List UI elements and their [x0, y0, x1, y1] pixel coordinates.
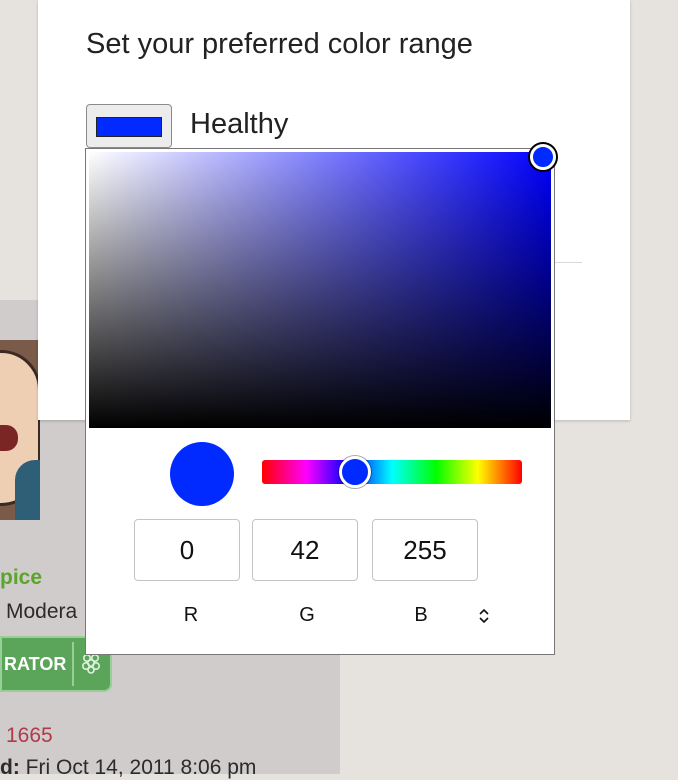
- up-down-chevron-icon[interactable]: [474, 603, 494, 629]
- hue-slider[interactable]: [262, 456, 522, 488]
- badge-divider: [72, 642, 75, 686]
- color-picker-popup: 0 42 255 R G B: [85, 144, 556, 655]
- red-label: R: [183, 604, 199, 626]
- badge-label: RATOR: [4, 653, 67, 674]
- forum-username[interactable]: pice: [0, 566, 42, 590]
- hue-thumb[interactable]: [338, 456, 371, 488]
- avatar: [0, 340, 40, 520]
- green-input[interactable]: 42: [252, 519, 358, 581]
- saturation-value-area[interactable]: [89, 144, 556, 428]
- avatar-shirt: [15, 460, 40, 520]
- color-swatch: [96, 117, 162, 137]
- forum-user-role: Modera: [6, 600, 78, 623]
- forum-post-count: 1665: [6, 724, 53, 747]
- joined-value: Fri Oct 14, 2011 8:06 pm: [25, 756, 257, 779]
- red-input[interactable]: 0: [134, 519, 240, 581]
- healthy-color-button[interactable]: [86, 104, 172, 148]
- blue-label: B: [414, 604, 428, 626]
- healthy-label: Healthy: [190, 108, 289, 140]
- joined-label: d:: [0, 756, 20, 779]
- color-preview: [170, 442, 234, 506]
- page-title: Set your preferred color range: [86, 28, 473, 60]
- forum-joined-date: d: Fri Oct 14, 2011 8:06 pm: [0, 756, 256, 780]
- saturation-thumb[interactable]: [530, 144, 556, 170]
- blue-input[interactable]: 255: [372, 519, 478, 581]
- green-label: G: [299, 604, 315, 626]
